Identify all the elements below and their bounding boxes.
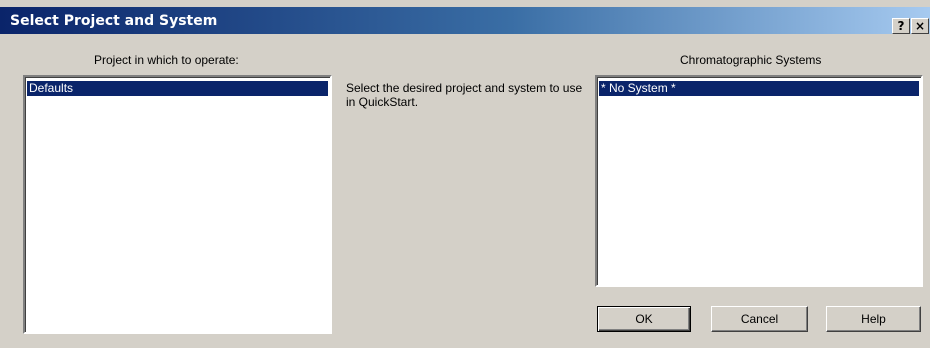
close-icon[interactable]: × bbox=[911, 18, 929, 34]
system-item-no-system[interactable]: * No System * bbox=[599, 81, 919, 96]
systems-heading: Chromatographic Systems bbox=[680, 53, 822, 67]
project-item-defaults[interactable]: Defaults bbox=[27, 81, 328, 96]
select-project-dialog: Select Project and System ? × Project in… bbox=[0, 0, 930, 348]
project-listbox[interactable]: Defaults bbox=[23, 75, 332, 334]
systems-listbox[interactable]: * No System * bbox=[595, 75, 923, 287]
ok-button[interactable]: OK bbox=[597, 306, 691, 332]
instruction-text: Select the desired project and system to… bbox=[346, 81, 583, 109]
project-heading: Project in which to operate: bbox=[94, 53, 239, 67]
cancel-button[interactable]: Cancel bbox=[711, 306, 808, 332]
help-button[interactable]: Help bbox=[826, 306, 921, 332]
title-bar[interactable]: Select Project and System ? × bbox=[0, 7, 930, 34]
window-title: Select Project and System bbox=[10, 13, 218, 29]
help-icon[interactable]: ? bbox=[892, 18, 910, 34]
